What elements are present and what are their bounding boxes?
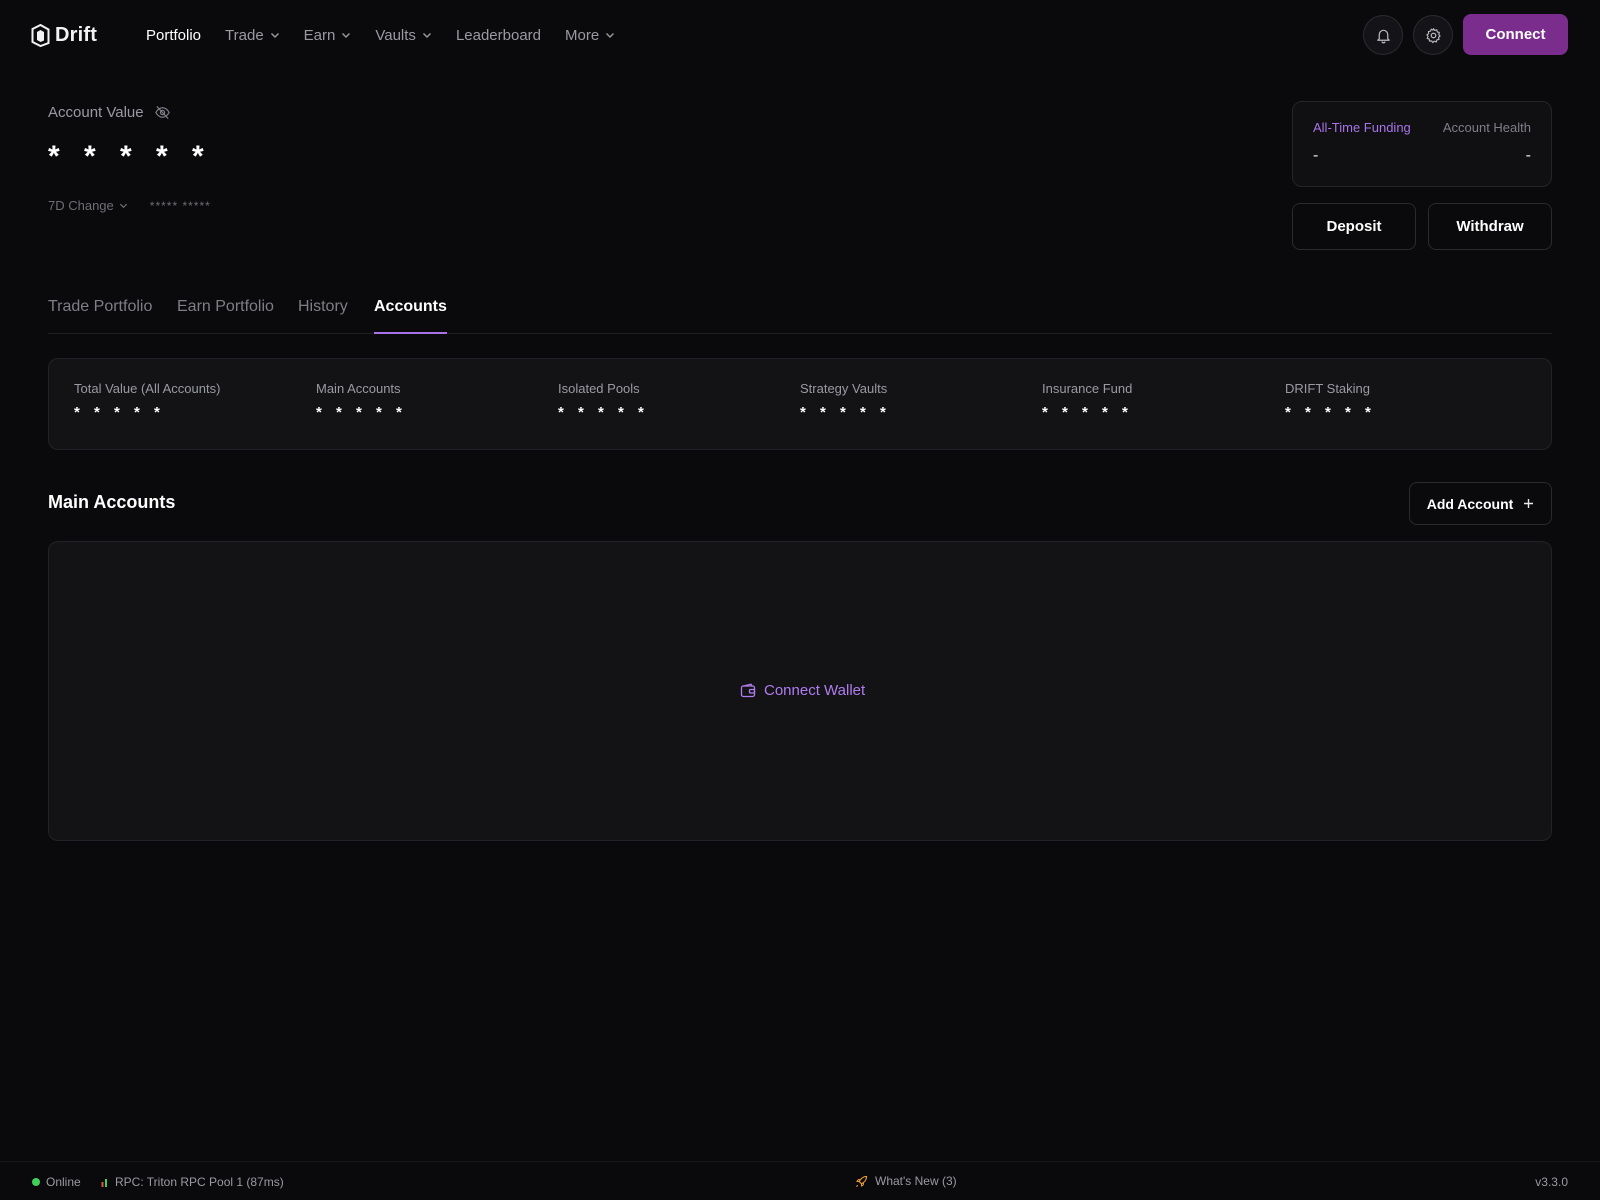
- account-health-value: -: [1525, 147, 1531, 164]
- connect-wallet-label: Connect Wallet: [764, 682, 866, 699]
- whats-new-link[interactable]: What's New (3): [855, 1174, 957, 1188]
- stat-strategy-vaults: Strategy Vaults * * * * *: [800, 381, 891, 421]
- nav-item-trade[interactable]: Trade: [225, 27, 280, 44]
- account-value: * * * * *: [48, 140, 212, 173]
- stat-label: Main Accounts: [316, 381, 401, 396]
- stat-label: Strategy Vaults: [800, 381, 888, 396]
- stat-label: Insurance Fund: [1042, 381, 1133, 396]
- drift-logo[interactable]: Drift: [31, 22, 97, 48]
- withdraw-button[interactable]: Withdraw: [1428, 203, 1552, 250]
- top-navigation-bar: Drift Portfolio Trade Earn Vaults Leader…: [0, 0, 1600, 70]
- add-account-label: Add Account: [1426, 495, 1514, 512]
- nav-label: Leaderboard: [455, 26, 542, 44]
- online-status-dot: [32, 1178, 40, 1186]
- rpc-status[interactable]: RPC: Triton RPC Pool 1 (87ms): [101, 1175, 284, 1189]
- all-time-funding[interactable]: All-Time Funding -: [1313, 120, 1411, 165]
- chevron-down-icon: [119, 203, 127, 209]
- connect-button[interactable]: Connect: [1463, 14, 1568, 55]
- signal-bars-icon: [101, 1179, 107, 1187]
- main-nav: Portfolio Trade Earn Vaults Leaderboard …: [146, 0, 639, 70]
- nav-label: Vaults: [375, 26, 416, 44]
- gear-icon: [1425, 27, 1441, 43]
- nav-label: More: [565, 26, 600, 44]
- tab-accounts[interactable]: Accounts: [374, 298, 447, 334]
- settings-button[interactable]: [1413, 15, 1453, 55]
- deposit-button[interactable]: Deposit: [1292, 203, 1416, 250]
- stat-value: * * * * *: [558, 404, 649, 421]
- account-health[interactable]: Account Health -: [1443, 120, 1531, 165]
- rocket-icon: [855, 1175, 868, 1187]
- chevron-down-icon: [606, 33, 615, 38]
- stat-total-value: Total Value (All Accounts) * * * * *: [74, 381, 220, 421]
- wallet-icon: [740, 682, 756, 697]
- stat-drift-staking: DRIFT Staking * * * * *: [1285, 381, 1376, 421]
- nav-item-earn[interactable]: Earn: [304, 27, 352, 44]
- funding-health-card: All-Time Funding - Account Health -: [1292, 101, 1552, 187]
- whats-new-label: What's New (3): [875, 1174, 957, 1188]
- main-accounts-title: Main Accounts: [48, 492, 176, 512]
- connection-status: Online: [32, 1175, 81, 1189]
- tab-earn-portfolio[interactable]: Earn Portfolio: [177, 298, 274, 334]
- chevron-down-icon: [270, 33, 279, 38]
- add-account-button[interactable]: Add Account: [1409, 482, 1552, 525]
- stat-insurance-fund: Insurance Fund * * * * *: [1042, 381, 1133, 421]
- all-time-funding-label: All-Time Funding: [1313, 120, 1411, 135]
- nav-label: Portfolio: [146, 26, 202, 44]
- status-footer: Online RPC: Triton RPC Pool 1 (87ms) Wha…: [0, 1161, 1600, 1200]
- chevron-down-icon: [342, 33, 351, 38]
- stat-value: * * * * *: [316, 404, 407, 421]
- nav-item-vaults[interactable]: Vaults: [375, 27, 432, 44]
- tab-history[interactable]: History: [298, 298, 348, 334]
- stat-main-accounts: Main Accounts * * * * *: [316, 381, 407, 421]
- change-period-label: 7D Change: [48, 198, 114, 213]
- stat-value: * * * * *: [74, 404, 165, 421]
- bell-icon: [1376, 29, 1390, 43]
- stat-value: * * * * *: [1285, 404, 1376, 421]
- stat-label: Isolated Pools: [558, 381, 640, 396]
- stat-isolated-pools: Isolated Pools * * * * *: [558, 381, 649, 421]
- nav-item-more[interactable]: More: [565, 27, 615, 44]
- tab-trade-portfolio[interactable]: Trade Portfolio: [48, 298, 152, 334]
- nav-item-portfolio[interactable]: Portfolio: [146, 27, 201, 44]
- stat-label: Total Value (All Accounts): [74, 381, 221, 396]
- stat-value: * * * * *: [1042, 404, 1133, 421]
- connect-wallet-link[interactable]: Connect Wallet: [740, 682, 865, 699]
- change-row: 7D Change ***** *****: [48, 198, 211, 213]
- change-value: ***** *****: [149, 198, 211, 213]
- account-health-label: Account Health: [1442, 120, 1531, 135]
- plus-icon: [1524, 499, 1534, 508]
- portfolio-tabs: Trade Portfolio Earn Portfolio History A…: [48, 290, 1552, 334]
- nav-item-leaderboard[interactable]: Leaderboard: [456, 27, 541, 44]
- drift-logo-icon: [31, 23, 50, 47]
- accounts-summary-card: Total Value (All Accounts) * * * * * Mai…: [48, 358, 1552, 450]
- eye-off-icon[interactable]: [154, 104, 171, 121]
- nav-label: Earn: [303, 26, 336, 44]
- connection-status-label: Online: [46, 1175, 81, 1189]
- brand-name: Drift: [55, 23, 98, 46]
- notifications-button[interactable]: [1363, 15, 1403, 55]
- rpc-label: RPC: Triton RPC Pool 1 (87ms): [115, 1175, 284, 1189]
- account-value-title: Account Value: [48, 104, 144, 121]
- nav-label: Trade: [225, 26, 264, 44]
- account-value-label: Account Value: [48, 104, 171, 121]
- stat-value: * * * * *: [800, 404, 891, 421]
- chevron-down-icon: [422, 33, 431, 38]
- change-period-dropdown[interactable]: 7D Change: [48, 198, 128, 213]
- app-version: v3.3.0: [1535, 1175, 1568, 1189]
- all-time-funding-value: -: [1313, 147, 1319, 164]
- stat-label: DRIFT Staking: [1285, 381, 1371, 396]
